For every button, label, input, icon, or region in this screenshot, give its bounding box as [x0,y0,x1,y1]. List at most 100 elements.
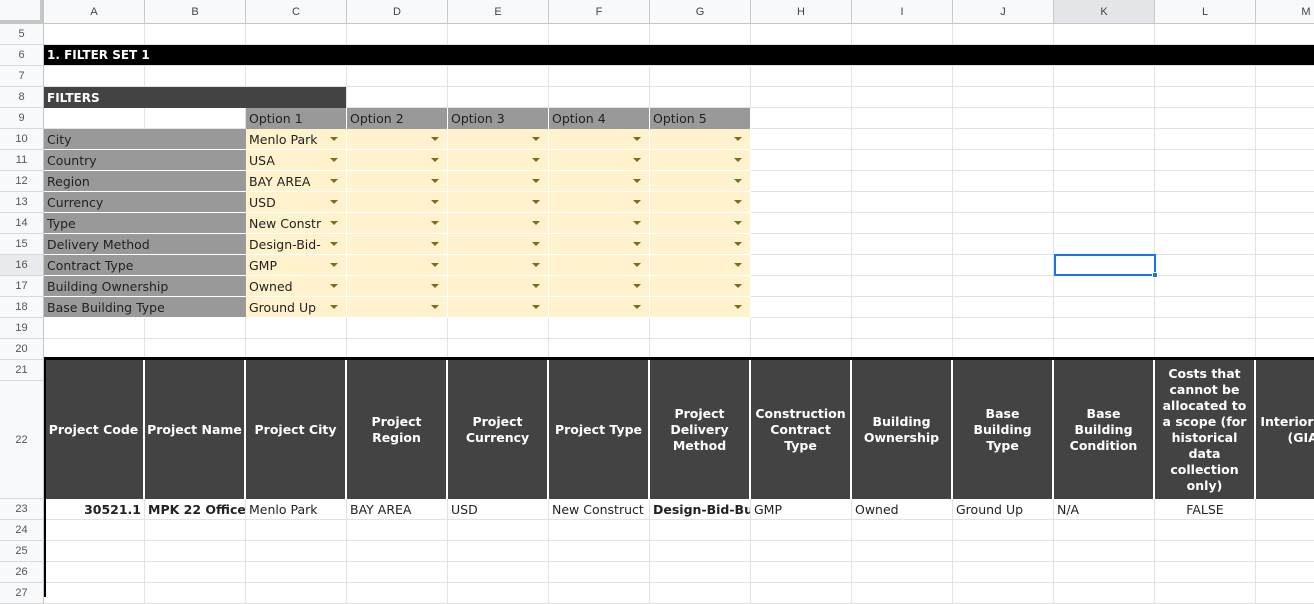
grid-cell[interactable] [246,541,347,562]
grid-cell[interactable] [1256,150,1314,171]
dropdown-arrow-icon[interactable] [431,284,439,288]
grid-cell[interactable] [852,171,953,192]
dropdown-arrow-icon[interactable] [734,263,742,267]
filter-dropdown-option-3[interactable] [448,171,549,192]
dropdown-arrow-icon[interactable] [431,179,439,183]
grid-cell[interactable] [953,129,1054,150]
grid-cell[interactable] [751,129,852,150]
grid-cell[interactable] [852,213,953,234]
grid-cell[interactable] [1054,234,1155,255]
grid-cell[interactable] [852,562,953,583]
dropdown-arrow-icon[interactable] [532,200,540,204]
dropdown-arrow-icon[interactable] [330,200,338,204]
dropdown-arrow-icon[interactable] [633,242,641,246]
grid-cell[interactable] [751,213,852,234]
grid-cell[interactable] [246,318,347,339]
filter-dropdown-option-4[interactable] [549,192,650,213]
grid-cell[interactable] [953,255,1054,276]
grid-cell[interactable] [953,192,1054,213]
grid-cell[interactable] [852,583,953,604]
grid-cell[interactable] [246,66,347,87]
row-header-26[interactable]: 26 [0,562,44,583]
grid-cell[interactable] [44,541,145,562]
filter-dropdown-option-4[interactable] [549,213,650,234]
filter-dropdown-option-2[interactable] [347,150,448,171]
grid-cell[interactable] [953,66,1054,87]
grid-cell[interactable] [953,150,1054,171]
filter-dropdown-option-5[interactable] [650,171,751,192]
dropdown-arrow-icon[interactable] [532,242,540,246]
dropdown-arrow-icon[interactable] [633,305,641,309]
grid-cell[interactable] [751,297,852,318]
filter-dropdown-option-4[interactable] [549,255,650,276]
filter-dropdown-option-3[interactable] [448,255,549,276]
grid-cell[interactable] [751,318,852,339]
dropdown-arrow-icon[interactable] [532,158,540,162]
grid-cell[interactable] [549,520,650,541]
grid-cell[interactable] [44,24,145,45]
row-header-15[interactable]: 15 [0,234,44,255]
grid-cell[interactable] [1256,234,1314,255]
row-header-11[interactable]: 11 [0,150,44,171]
grid-cell[interactable] [751,87,852,108]
dropdown-arrow-icon[interactable] [431,200,439,204]
grid-cell[interactable] [1256,171,1314,192]
table-cell[interactable]: GMP [751,499,852,520]
grid-cell[interactable] [549,24,650,45]
row-header-22[interactable]: 22 [0,381,44,499]
grid-cell[interactable] [751,276,852,297]
row-header-14[interactable]: 14 [0,213,44,234]
dropdown-arrow-icon[interactable] [734,158,742,162]
grid-cell[interactable] [44,520,145,541]
grid-cell[interactable] [1054,562,1155,583]
column-header-f[interactable]: F [549,0,650,24]
grid-cell[interactable] [549,562,650,583]
row-header-20[interactable]: 20 [0,339,44,360]
grid-cell[interactable] [145,562,246,583]
grid-cell[interactable] [751,562,852,583]
grid-cell[interactable] [1054,520,1155,541]
grid-cell[interactable] [953,562,1054,583]
grid-cell[interactable] [650,66,751,87]
filter-dropdown-option-5[interactable] [650,150,751,171]
grid-cell[interactable] [549,87,650,108]
grid-cell[interactable] [1256,87,1314,108]
grid-cell[interactable] [448,24,549,45]
grid-cell[interactable] [448,66,549,87]
grid-cell[interactable] [347,562,448,583]
row-header-21[interactable]: 21 [0,360,44,381]
grid-cell[interactable] [1256,583,1314,604]
column-header-a[interactable]: A [44,0,145,24]
filter-dropdown-option-5[interactable] [650,297,751,318]
grid-cell[interactable] [1256,66,1314,87]
grid-cell[interactable] [650,520,751,541]
filter-dropdown-option-4[interactable] [549,150,650,171]
grid-cell[interactable] [953,297,1054,318]
row-header-18[interactable]: 18 [0,297,44,318]
column-header-m[interactable]: M [1256,0,1314,24]
table-cell[interactable]: $4 [1256,499,1314,520]
grid-cell[interactable] [1054,318,1155,339]
column-header-k[interactable]: K [1054,0,1155,24]
grid-cell[interactable] [953,87,1054,108]
grid-cell[interactable] [1155,66,1256,87]
grid-cell[interactable] [1155,234,1256,255]
grid-cell[interactable] [1256,255,1314,276]
dropdown-arrow-icon[interactable] [330,179,338,183]
grid-cell[interactable] [347,87,448,108]
dropdown-arrow-icon[interactable] [330,305,338,309]
filter-dropdown-option-1[interactable]: USA [246,150,347,171]
row-header-23[interactable]: 23 [0,499,44,520]
grid-cell[interactable] [1155,583,1256,604]
filter-dropdown-option-2[interactable] [347,297,448,318]
grid-cell[interactable] [44,66,145,87]
grid-cell[interactable] [751,171,852,192]
grid-cell[interactable] [1155,318,1256,339]
dropdown-arrow-icon[interactable] [330,242,338,246]
grid-cell[interactable] [852,108,953,129]
grid-cell[interactable] [852,66,953,87]
row-header-19[interactable]: 19 [0,318,44,339]
grid-cell[interactable] [1054,583,1155,604]
grid-cell[interactable] [1054,87,1155,108]
grid-cell[interactable] [1256,108,1314,129]
